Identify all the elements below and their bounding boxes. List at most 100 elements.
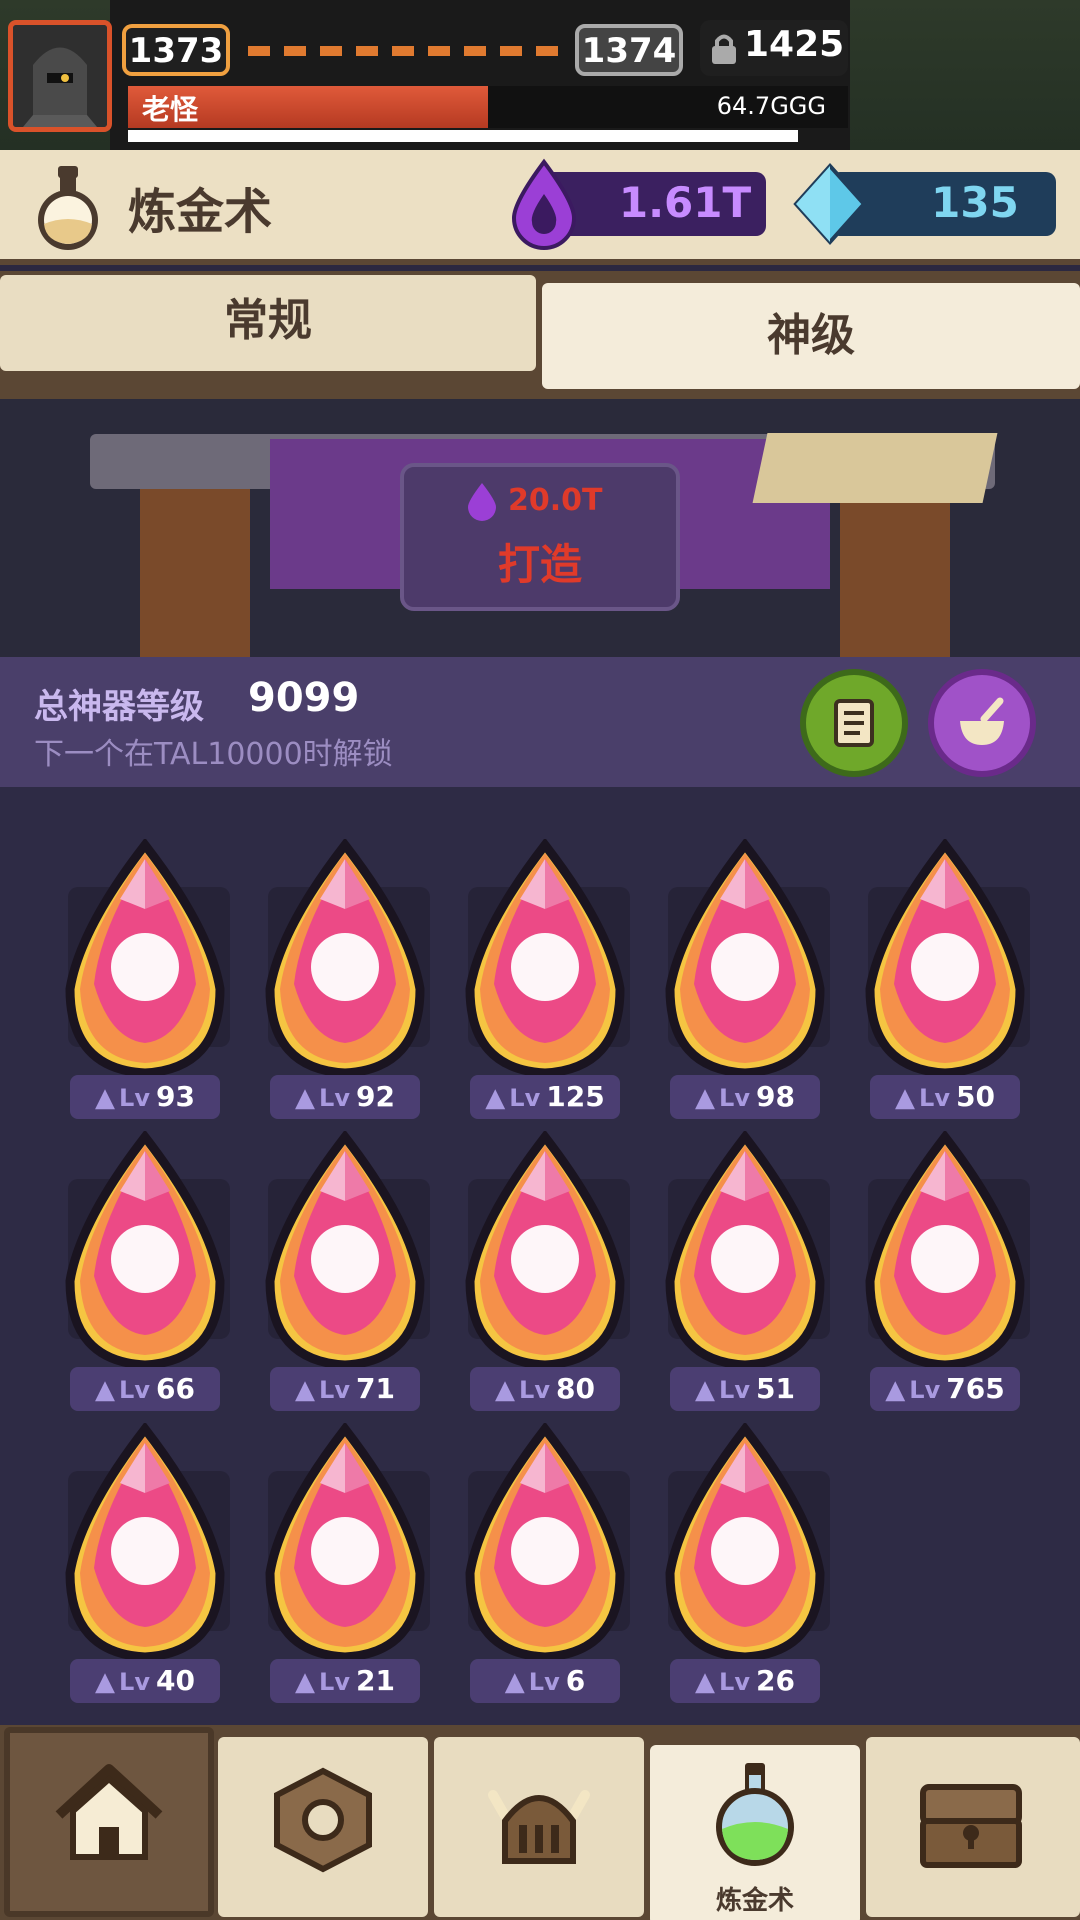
artifact-card[interactable]: ▲ Lv 51 (660, 1109, 830, 1411)
portal-walker-icon (465, 839, 625, 1078)
current-stage: 1373 (122, 24, 230, 76)
level-prefix: Lv (119, 1668, 150, 1696)
upgrade-arrow-icon: ▲ (695, 1667, 716, 1697)
purple-currency-value: 1.61T (618, 178, 752, 227)
artifact-card[interactable]: ▲ Lv 71 (260, 1109, 430, 1411)
artifact-list-button[interactable] (800, 669, 908, 777)
artifact-level: ▲ Lv 21 (270, 1659, 420, 1703)
level-prefix: Lv (509, 1084, 541, 1112)
artifact-card[interactable]: ▲ Lv 765 (860, 1109, 1030, 1411)
upgrade-arrow-icon: ▲ (95, 1667, 116, 1697)
boss-name: 老怪 (142, 93, 199, 126)
player-avatar[interactable] (8, 20, 112, 132)
next-unlock-text: 下一个在TAL10000时解锁 (34, 737, 393, 772)
timer-bar (128, 130, 798, 142)
dragon-icon (465, 1423, 625, 1662)
artifact-level: ▲ Lv 6 (470, 1659, 620, 1703)
sparkles-icon (865, 1131, 1025, 1370)
flask-icon (38, 166, 98, 250)
goblin-head-icon (265, 1131, 425, 1370)
level-prefix: Lv (119, 1376, 150, 1404)
artifact-card[interactable]: ▲ Lv 80 (460, 1109, 630, 1411)
level-prefix: Lv (719, 1376, 750, 1404)
purple-drop-icon (468, 483, 496, 521)
boss-hp: 64.7GGG (716, 92, 826, 120)
artifact-card[interactable]: ▲ Lv 26 (660, 1401, 830, 1703)
level-prefix: Lv (719, 1668, 750, 1696)
total-artifact-level-value: 9099 (248, 675, 360, 721)
artifact-grid: ▲ Lv 93 ▲ Lv 92 ▲ Lv 125 ▲ Lv 98 ▲ Lv 50… (0, 787, 1080, 1725)
artifact-card[interactable]: ▲ Lv 40 (60, 1401, 230, 1703)
nav-equipment[interactable] (218, 1737, 428, 1917)
max-stage-box[interactable]: 1425 (700, 20, 848, 76)
page-title: 炼金术 (128, 184, 273, 240)
level-prefix: Lv (919, 1084, 950, 1112)
level-prefix: Lv (528, 1668, 560, 1696)
level-prefix: Lv (119, 1084, 150, 1112)
purple-currency-box[interactable]: 1.61T (511, 158, 766, 250)
forge-scene: 20.0T 打造 (0, 399, 1080, 657)
purple-drop-icon (511, 158, 577, 250)
level-prefix: Lv (319, 1668, 350, 1696)
nav-alchemy-label: 炼金术 (715, 1886, 794, 1916)
upgrade-arrow-icon: ▲ (295, 1667, 316, 1697)
shield-skull-icon (265, 1423, 425, 1662)
treasure-chest-icon (920, 1784, 1022, 1868)
craft-cost: 20.0T (508, 483, 603, 518)
nav-chest[interactable] (866, 1737, 1080, 1917)
nav-home[interactable] (4, 1727, 214, 1917)
total-artifact-level-label: 总神器等级 (34, 687, 204, 727)
heart-coins-hand-icon (65, 1131, 225, 1370)
artifact-level-value: 765 (946, 1372, 1005, 1405)
artifact-level: ▲ Lv 26 (670, 1659, 820, 1703)
artifact-level: ▲ Lv 40 (70, 1659, 220, 1703)
level-prefix: Lv (719, 1084, 750, 1112)
top-hud: 1373 1374 1425 老怪 64.7GGG (0, 0, 1080, 150)
tap-finger-icon (465, 1131, 625, 1370)
craft-button[interactable]: 20.0T 打造 (400, 463, 680, 611)
tab-bar: 常规 神级 (0, 271, 1080, 399)
artifact-card[interactable]: ▲ Lv 21 (260, 1401, 430, 1703)
knight-helmet-icon (13, 25, 107, 127)
salvage-button[interactable] (928, 669, 1036, 777)
level-prefix: Lv (909, 1376, 941, 1404)
artifact-level-value: 6 (565, 1664, 586, 1697)
boss-health-bar: 老怪 64.7GGG (128, 86, 848, 128)
sword-icon (265, 839, 425, 1078)
artifact-card[interactable]: ▲ Lv 93 (60, 817, 230, 1119)
arrow-up-icon (865, 839, 1025, 1078)
artifact-card[interactable]: ▲ Lv 66 (60, 1109, 230, 1411)
nut-icon (274, 1767, 372, 1873)
artifact-card[interactable]: ▲ Lv 50 (860, 817, 1030, 1119)
artifact-card[interactable]: ▲ Lv 6 (460, 1401, 630, 1703)
artifact-level: ▲ Lv 765 (870, 1367, 1020, 1411)
artifact-card[interactable]: ▲ Lv 125 (460, 817, 630, 1119)
lightning-potion-icon (665, 1131, 825, 1370)
tab-divine[interactable]: 神级 (542, 283, 1080, 389)
nav-alchemy[interactable]: 炼金术 (650, 1745, 860, 1920)
fist-burst-icon (665, 1423, 825, 1662)
upgrade-arrow-icon: ▲ (885, 1375, 906, 1405)
stage-progress (248, 46, 558, 56)
artifact-level-value: 40 (155, 1664, 195, 1697)
scroll-icon (834, 699, 874, 747)
mortar-pestle-icon (960, 697, 1004, 745)
next-stage: 1374 (575, 24, 683, 76)
bottom-nav: 炼金术 (0, 1725, 1080, 1920)
artifact-summary: 总神器等级 9099 下一个在TAL10000时解锁 (0, 657, 1080, 787)
home-icon (55, 1764, 163, 1860)
scroll-paper (752, 433, 998, 503)
artifact-level-value: 21 (355, 1664, 395, 1697)
diamond-icon (793, 163, 867, 245)
nav-heroes[interactable] (434, 1737, 644, 1917)
blue-currency-value: 135 (931, 178, 1019, 227)
artifact-card[interactable]: ▲ Lv 92 (260, 817, 430, 1119)
artifact-card[interactable]: ▲ Lv 98 (660, 817, 830, 1119)
craft-label: 打造 (497, 540, 582, 589)
lock-icon (712, 34, 736, 64)
level-prefix: Lv (319, 1084, 350, 1112)
viking-helmet-icon (488, 1790, 590, 1864)
blue-currency-box[interactable]: 135 (793, 163, 1056, 245)
potion-flask-icon (716, 1763, 794, 1866)
tab-normal[interactable]: 常规 (0, 275, 536, 371)
